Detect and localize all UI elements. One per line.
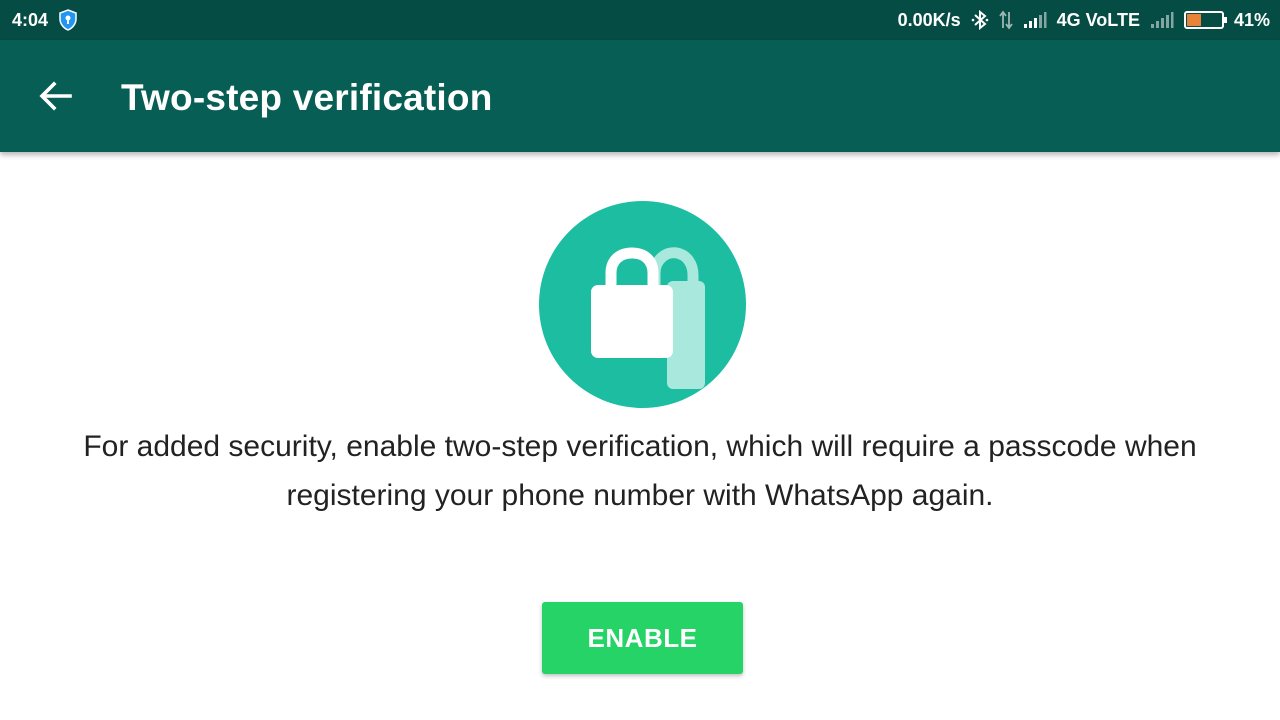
network-speed: 0.00K/s bbox=[897, 9, 961, 30]
signal-icon bbox=[1150, 11, 1174, 29]
page-title: Two-step verification bbox=[121, 77, 493, 118]
battery-icon bbox=[1183, 11, 1227, 29]
description-text: For added security, enable two-step veri… bbox=[83, 430, 1197, 512]
battery-percent: 41% bbox=[1233, 9, 1270, 30]
battery-fill bbox=[1186, 14, 1201, 26]
signal-icon bbox=[1023, 11, 1047, 29]
status-time: 4:04 bbox=[12, 9, 49, 30]
status-right: 0.00K/s 4G VoLTE 41% bbox=[898, 9, 1270, 31]
enable-button[interactable]: ENABLE bbox=[542, 602, 743, 674]
status-bar: 4:04 0.00K/s 4G VoLTE 41% bbox=[0, 0, 1280, 40]
shield-icon bbox=[58, 9, 78, 31]
status-left: 4:04 bbox=[12, 9, 78, 31]
main-content: For added security, enable two-step veri… bbox=[0, 152, 1280, 720]
battery-tip bbox=[1223, 17, 1227, 23]
back-button[interactable] bbox=[28, 70, 84, 126]
network-type: 4G VoLTE bbox=[1056, 9, 1140, 30]
padlock-icon bbox=[591, 247, 705, 389]
arrow-left-icon bbox=[38, 78, 74, 119]
app-bar: Two-step verification bbox=[0, 40, 1280, 152]
data-arrows-icon bbox=[998, 10, 1013, 30]
security-illustration bbox=[539, 201, 746, 408]
bluetooth-icon bbox=[971, 9, 989, 31]
